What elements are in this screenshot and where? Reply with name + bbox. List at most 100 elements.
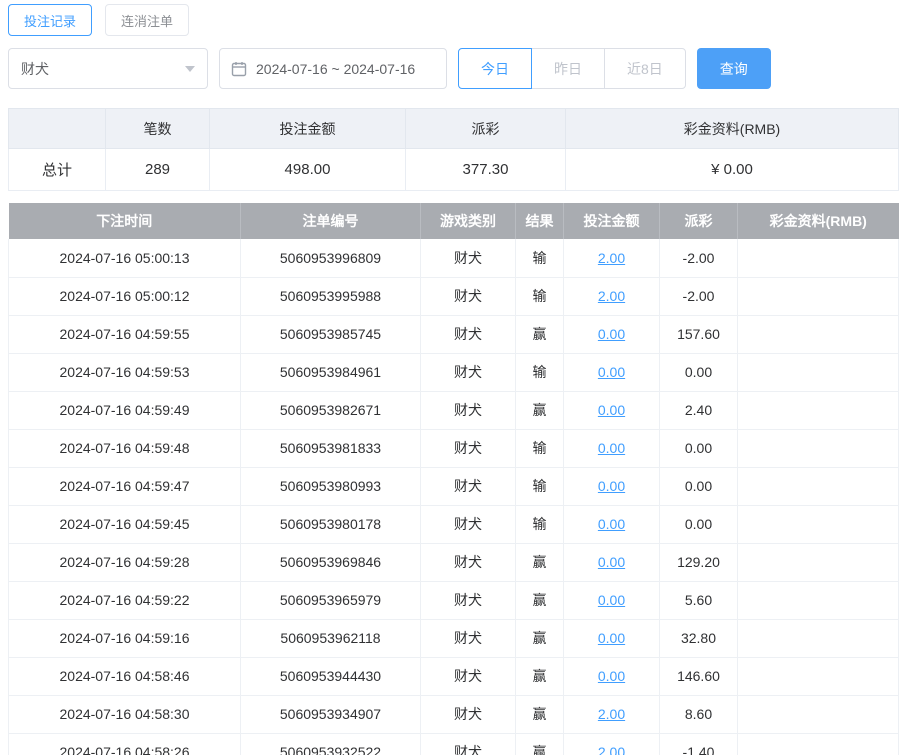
- summary-header-count: 笔数: [105, 108, 210, 149]
- bet-amount-link[interactable]: 0.00: [598, 326, 625, 342]
- bet-amount-cell: 0.00: [563, 505, 660, 544]
- table-row: 2024-07-16 04:59:53 5060953984961 财犬 输 0…: [8, 353, 899, 392]
- game-type-cell: 财犬: [420, 391, 516, 430]
- bet-amount-link[interactable]: 0.00: [598, 554, 625, 570]
- date-range-value: 2024-07-16 ~ 2024-07-16: [256, 60, 416, 77]
- bet-time-cell: 2024-07-16 04:59:48: [8, 429, 241, 468]
- bet-amount-cell: 0.00: [563, 315, 660, 354]
- bonus-cell: [737, 391, 899, 430]
- bet-amount-link[interactable]: 0.00: [598, 478, 625, 494]
- game-type-cell: 财犬: [420, 619, 516, 658]
- summary-header-bet-amount: 投注金额: [209, 108, 406, 149]
- query-button[interactable]: 查询: [696, 48, 771, 89]
- game-select[interactable]: 财犬: [8, 48, 208, 89]
- bet-time-cell: 2024-07-16 04:58:46: [8, 657, 241, 696]
- payout-cell: 0.00: [659, 467, 738, 506]
- bet-time-cell: 2024-07-16 04:59:55: [8, 315, 241, 354]
- bet-amount-cell: 2.00: [563, 239, 660, 278]
- order-id-cell: 5060953995988: [240, 277, 421, 316]
- result-cell: 赢: [515, 543, 564, 582]
- bet-amount-link[interactable]: 2.00: [598, 288, 625, 304]
- order-id-cell: 5060953982671: [240, 391, 421, 430]
- header-bet-amount: 投注金额: [563, 203, 660, 239]
- bet-amount-cell: 2.00: [563, 733, 660, 755]
- bet-records-table: 下注时间 注单编号 游戏类别 结果 投注金额 派彩 彩金资料(RMB) 2024…: [8, 203, 899, 755]
- summary-table: 笔数 投注金额 派彩 彩金资料(RMB) 总计 289 498.00 377.3…: [8, 108, 899, 191]
- bonus-cell: [737, 619, 899, 658]
- game-type-cell: 财犬: [420, 239, 516, 278]
- bet-amount-link[interactable]: 0.00: [598, 402, 625, 418]
- game-type-cell: 财犬: [420, 467, 516, 506]
- result-cell: 输: [515, 353, 564, 392]
- bet-table-body: 2024-07-16 05:00:13 5060953996809 财犬 输 2…: [8, 239, 899, 755]
- bonus-cell: [737, 429, 899, 468]
- summary-total-count: 289: [105, 148, 210, 191]
- order-id-cell: 5060953984961: [240, 353, 421, 392]
- yesterday-button[interactable]: 昨日: [531, 48, 605, 89]
- filter-bar: 财犬 2024-07-16 ~ 2024-07-16 今日 昨日 近8日 查询: [8, 48, 899, 89]
- today-button[interactable]: 今日: [458, 48, 532, 89]
- table-row: 2024-07-16 04:59:47 5060953980993 财犬 输 0…: [8, 467, 899, 506]
- order-id-cell: 5060953932522: [240, 733, 421, 755]
- table-row: 2024-07-16 04:59:48 5060953981833 财犬 输 0…: [8, 429, 899, 468]
- game-type-cell: 财犬: [420, 733, 516, 755]
- summary-total-payout: 377.30: [405, 148, 566, 191]
- tab-betting-records[interactable]: 投注记录: [8, 4, 93, 36]
- table-row: 2024-07-16 04:59:55 5060953985745 财犬 赢 0…: [8, 315, 899, 354]
- calendar-icon: [231, 61, 247, 77]
- payout-cell: 32.80: [659, 619, 738, 658]
- bet-amount-link[interactable]: 0.00: [598, 592, 625, 608]
- bet-time-cell: 2024-07-16 04:59:22: [8, 581, 241, 620]
- order-id-cell: 5060953996809: [240, 239, 421, 278]
- result-cell: 赢: [515, 657, 564, 696]
- game-type-cell: 财犬: [420, 505, 516, 544]
- bet-amount-cell: 2.00: [563, 277, 660, 316]
- header-bonus: 彩金资料(RMB): [737, 203, 899, 239]
- order-id-cell: 5060953980178: [240, 505, 421, 544]
- bet-amount-link[interactable]: 0.00: [598, 440, 625, 456]
- result-cell: 赢: [515, 581, 564, 620]
- summary-total-label: 总计: [8, 148, 106, 191]
- result-cell: 输: [515, 505, 564, 544]
- bonus-cell: [737, 353, 899, 392]
- bet-amount-link[interactable]: 2.00: [598, 706, 625, 722]
- order-id-cell: 5060953944430: [240, 657, 421, 696]
- game-type-cell: 财犬: [420, 429, 516, 468]
- bet-amount-link[interactable]: 0.00: [598, 364, 625, 380]
- order-id-cell: 5060953980993: [240, 467, 421, 506]
- bonus-cell: [737, 695, 899, 734]
- bet-time-cell: 2024-07-16 04:58:26: [8, 733, 241, 755]
- result-cell: 输: [515, 429, 564, 468]
- payout-cell: 0.00: [659, 353, 738, 392]
- game-type-cell: 财犬: [420, 353, 516, 392]
- game-type-cell: 财犬: [420, 315, 516, 354]
- payout-cell: 5.60: [659, 581, 738, 620]
- result-cell: 输: [515, 239, 564, 278]
- bet-amount-link[interactable]: 2.00: [598, 744, 625, 755]
- bet-time-cell: 2024-07-16 04:59:49: [8, 391, 241, 430]
- game-type-cell: 财犬: [420, 657, 516, 696]
- summary-total-row: 总计 289 498.00 377.30 ¥ 0.00: [8, 148, 899, 191]
- tab-canceled-orders[interactable]: 连消注单: [105, 4, 190, 36]
- bet-amount-link[interactable]: 2.00: [598, 250, 625, 266]
- bet-amount-link[interactable]: 0.00: [598, 668, 625, 684]
- last-8-days-button[interactable]: 近8日: [604, 48, 686, 89]
- bet-amount-link[interactable]: 0.00: [598, 630, 625, 646]
- bonus-cell: [737, 467, 899, 506]
- quick-date-button-group: 今日 昨日 近8日: [458, 48, 686, 89]
- header-payout: 派彩: [659, 203, 738, 239]
- bet-amount-cell: 0.00: [563, 391, 660, 430]
- game-type-cell: 财犬: [420, 277, 516, 316]
- bet-time-cell: 2024-07-16 04:59:16: [8, 619, 241, 658]
- table-row: 2024-07-16 04:59:22 5060953965979 财犬 赢 0…: [8, 581, 899, 620]
- date-range-input[interactable]: 2024-07-16 ~ 2024-07-16: [219, 48, 447, 89]
- bet-amount-link[interactable]: 0.00: [598, 516, 625, 532]
- bet-amount-cell: 2.00: [563, 695, 660, 734]
- table-row: 2024-07-16 04:58:46 5060953944430 财犬 赢 0…: [8, 657, 899, 696]
- table-row: 2024-07-16 05:00:12 5060953995988 财犬 输 2…: [8, 277, 899, 316]
- summary-header-empty: [8, 108, 106, 149]
- bet-time-cell: 2024-07-16 05:00:12: [8, 277, 241, 316]
- bonus-cell: [737, 543, 899, 582]
- payout-cell: 146.60: [659, 657, 738, 696]
- payout-cell: -2.00: [659, 239, 738, 278]
